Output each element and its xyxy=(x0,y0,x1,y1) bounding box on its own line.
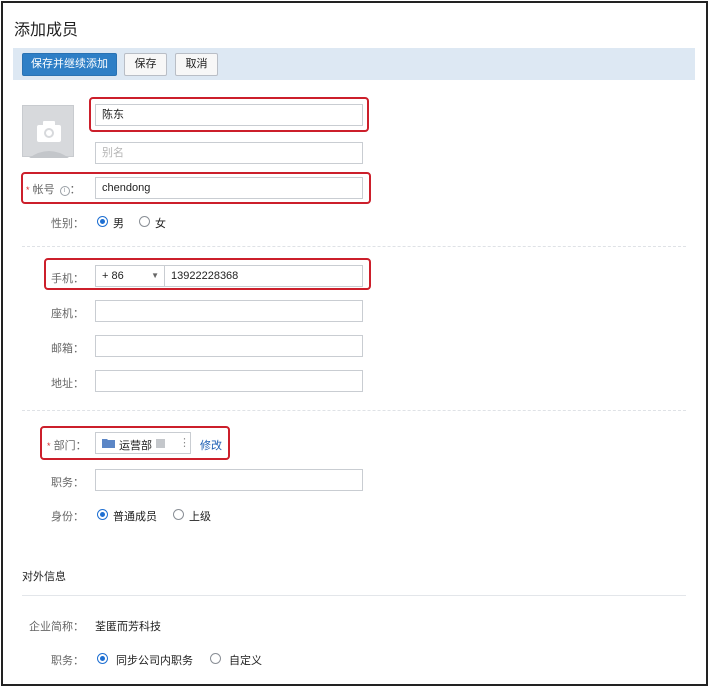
position-label: 职务： xyxy=(51,477,84,489)
identity-superior-radio[interactable] xyxy=(173,509,184,520)
page-title: 添加成员 xyxy=(14,22,79,39)
custom-position-text: 自定义 xyxy=(229,655,262,667)
camera-icon xyxy=(29,121,69,158)
external-position-label: 职务： xyxy=(51,655,84,667)
country-code-text: + 86 xyxy=(102,270,124,282)
identity-member-text: 普通成员 xyxy=(113,511,157,523)
remove-tag-icon[interactable] xyxy=(156,439,165,448)
email-label: 邮箱： xyxy=(51,343,84,355)
sync-position-text: 同步公司内职务 xyxy=(116,655,193,667)
section-divider xyxy=(22,410,686,411)
landline-input[interactable] xyxy=(95,300,363,322)
gender-male-text: 男 xyxy=(113,218,124,230)
identity-member-radio[interactable] xyxy=(97,509,108,520)
address-label: 地址： xyxy=(51,378,84,390)
position-input[interactable] xyxy=(95,469,363,491)
name-input[interactable]: 陈东 xyxy=(95,104,363,126)
alias-input[interactable]: 别名 xyxy=(95,142,363,164)
email-input[interactable] xyxy=(95,335,363,357)
gender-female-radio[interactable] xyxy=(139,216,150,227)
info-icon[interactable]: i xyxy=(59,186,70,196)
gender-female-text: 女 xyxy=(155,218,166,230)
section-divider xyxy=(22,595,686,596)
department-chip[interactable]: 运营部 ⋮ xyxy=(95,432,191,454)
department-name: 运营部 xyxy=(119,440,152,452)
department-label: 部门： xyxy=(53,440,87,452)
dropdown-triangle-icon: ▼ xyxy=(151,271,159,280)
more-options-icon[interactable]: ⋮ xyxy=(179,436,190,449)
external-info-title: 对外信息 xyxy=(22,571,66,583)
company-short-name-label: 企业简称： xyxy=(29,621,84,633)
cancel-button[interactable]: 取消 xyxy=(175,53,218,76)
custom-position-radio[interactable] xyxy=(210,653,221,664)
mobile-label: 手机： xyxy=(51,273,84,285)
save-button[interactable]: 保存 xyxy=(124,53,167,76)
address-input[interactable] xyxy=(95,370,363,392)
save-and-continue-button[interactable]: 保存并继续添加 xyxy=(22,53,117,76)
account-label-group: * 帐号 i： xyxy=(26,184,81,196)
identity-superior-text: 上级 xyxy=(189,511,211,523)
landline-label: 座机： xyxy=(51,308,84,320)
department-label-group: * 部门： xyxy=(47,437,87,453)
gender-label: 性别： xyxy=(51,218,84,230)
account-input[interactable]: chendong xyxy=(95,177,363,199)
identity-label: 身份： xyxy=(51,511,84,523)
required-asterisk: * xyxy=(47,441,51,451)
mobile-input[interactable]: 13922228368 xyxy=(164,265,363,287)
sync-position-radio[interactable] xyxy=(97,653,108,664)
department-edit-link[interactable]: 修改 xyxy=(200,437,222,453)
avatar[interactable] xyxy=(22,105,74,158)
section-divider xyxy=(22,246,686,247)
gender-male-radio[interactable] xyxy=(97,216,108,227)
required-asterisk: * xyxy=(26,185,30,195)
country-code-select[interactable]: + 86 ▼ xyxy=(95,265,165,287)
folder-icon xyxy=(102,439,115,448)
account-label: 帐号 xyxy=(32,184,55,196)
company-short-name-value: 荃匿而芳科技 xyxy=(95,621,161,633)
